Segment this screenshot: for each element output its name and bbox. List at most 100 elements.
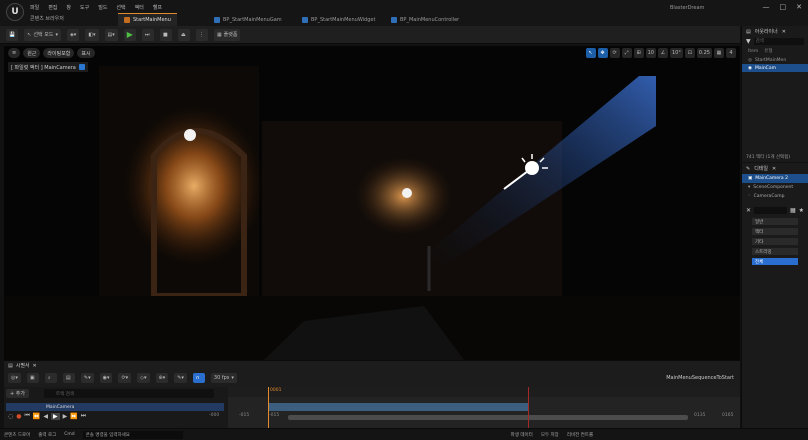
tab-all[interactable]: 전체 <box>752 258 798 265</box>
jump-start-button[interactable]: ⏮ <box>25 412 30 420</box>
tab-actor[interactable]: 액터 <box>752 228 798 235</box>
eject-button[interactable]: ⏏ <box>177 28 190 41</box>
jump-end-button[interactable]: ⏭ <box>81 412 86 420</box>
grid-size-value[interactable]: 10 <box>645 48 656 58</box>
maximize-button[interactable]: □ <box>780 3 787 11</box>
play-button[interactable]: ▶ <box>123 28 136 41</box>
playback-button[interactable]: ⟳▾ <box>118 373 132 383</box>
next-key-button[interactable]: ⏩ <box>70 413 77 420</box>
end-marker[interactable] <box>528 387 529 429</box>
tab-bp-startmainmenuwidget[interactable]: BP_StartMainMenuWidget <box>296 13 381 26</box>
prev-key-button[interactable]: ⏪ <box>33 413 40 420</box>
cmd-dropdown[interactable]: Cmd <box>64 432 74 437</box>
frame-view-end[interactable]: 0165 <box>722 413 733 418</box>
revision-control-button[interactable]: 리비전 컨트롤 <box>567 432 593 438</box>
perspective-button[interactable]: 원근 <box>23 48 41 58</box>
show-button[interactable]: 표시 <box>77 48 95 58</box>
list-item[interactable]: ◎ StartMainMen <box>742 56 808 64</box>
tab-startmainmenu[interactable]: StartMainMenu <box>118 13 177 26</box>
frame-work-end[interactable]: 0135 <box>694 413 705 418</box>
stop-button[interactable]: ■ <box>159 28 172 41</box>
camera-speed-value[interactable]: 4 <box>726 48 736 58</box>
close-icon[interactable]: ✕ <box>772 166 776 172</box>
level-viewport[interactable]: ≡ 원근 라이팅포함 표시 [ 파일럿 액터 ] MainCamera ↖ ✥ … <box>4 46 740 360</box>
details-search-input[interactable] <box>754 207 787 214</box>
content-shortcut-button[interactable]: ◈▾ <box>66 28 80 41</box>
sequencer-tab[interactable]: ▤ 시퀀서 ✕ <box>8 362 37 370</box>
play-options-button[interactable]: ⋮ <box>195 28 208 41</box>
track-search-input[interactable]: 트랙 검색 <box>44 389 214 398</box>
wrench-button[interactable]: ✎▾ <box>80 373 94 383</box>
filter-icon[interactable]: ▼ <box>746 38 751 45</box>
curve-button[interactable]: ✎▾ <box>174 373 187 383</box>
component-row[interactable]: ▾ SceneComponent <box>742 183 808 192</box>
save-all-button[interactable]: 모두 저장 <box>541 432 559 438</box>
component-row[interactable]: ◦ CameraComp <box>742 192 808 201</box>
menu-item-help[interactable]: 헬프 <box>153 4 162 11</box>
minimize-button[interactable]: — <box>763 3 770 11</box>
menu-item-tools[interactable]: 도구 <box>80 4 89 11</box>
lock-icon[interactable] <box>78 64 85 70</box>
tab-streaming[interactable]: 스트리밍 <box>752 248 798 255</box>
find-button[interactable]: ⌕ <box>44 373 57 383</box>
close-icon[interactable]: ✕ <box>746 207 751 214</box>
close-button[interactable]: ✕ <box>796 3 802 11</box>
camera-section[interactable] <box>268 403 528 411</box>
scale-snap-button[interactable]: ⊡ <box>684 48 695 58</box>
magnet-button[interactable]: ∩ <box>192 373 205 383</box>
star-icon[interactable]: ★ <box>799 207 804 214</box>
track-row[interactable]: MainCamera <box>6 403 224 411</box>
step-forward-button[interactable]: ▶ <box>63 413 68 420</box>
scale-size-value[interactable]: 0.25 <box>696 48 712 58</box>
mode-dropdown[interactable]: ↖ 선택 모드 ▾ <box>24 28 61 41</box>
close-icon[interactable]: ✕ <box>782 29 786 35</box>
menu-item-file[interactable]: 파일 <box>30 4 39 11</box>
timeline-ruler[interactable]: 0001 <box>228 387 740 397</box>
platforms-button[interactable]: ▦ 플랫폼 <box>213 28 241 41</box>
tab-misc[interactable]: 기타 <box>752 238 798 245</box>
column-type[interactable]: 유형 <box>764 48 772 54</box>
grid-snap-button[interactable]: ⊞ <box>633 48 644 58</box>
console-input[interactable]: 콘솔 명령을 입력하세요 <box>82 430 183 439</box>
play-button[interactable]: ▶ <box>51 412 60 420</box>
selected-actor-row[interactable]: ▣ MainCamera 2 <box>742 174 808 183</box>
menu-item-edit[interactable]: 편집 <box>48 4 57 11</box>
frame-start[interactable]: -000 <box>209 413 219 418</box>
eye-icon[interactable]: ◉ <box>748 66 752 71</box>
project-label[interactable]: 콘텐츠 브라우저 <box>30 15 64 22</box>
list-item[interactable] <box>742 96 808 104</box>
loop-icon[interactable]: ◌ <box>8 413 13 420</box>
derived-data-button[interactable]: 파생 데이터 <box>511 432 533 438</box>
camera-speed-button[interactable]: ▦ <box>714 48 724 58</box>
scale-tool-button[interactable]: ⤢ <box>621 48 632 58</box>
lit-mode-button[interactable]: 라이팅포함 <box>43 48 75 58</box>
menu-item-select[interactable]: 선택 <box>116 4 125 11</box>
fps-dropdown[interactable]: 30 fps ▾ <box>210 373 237 383</box>
blueprint-shortcut-button[interactable]: ◧▾ <box>85 28 99 41</box>
list-item[interactable] <box>742 88 808 96</box>
select-tool-button[interactable]: ↖ <box>585 48 596 58</box>
pilot-actor-label[interactable]: [ 파일럿 액터 ] MainCamera <box>8 62 88 72</box>
output-log-button[interactable]: 출력 로그 <box>38 432 56 438</box>
content-drawer-button[interactable]: 콘텐츠 드로어 <box>4 432 30 438</box>
cinematics-button[interactable]: ▤▾ <box>104 28 118 41</box>
render-button[interactable]: ▤ <box>62 373 75 383</box>
view-button[interactable]: ◉▾ <box>99 373 113 383</box>
close-icon[interactable]: ✕ <box>33 363 37 369</box>
unreal-logo-icon[interactable]: U <box>6 3 24 21</box>
tab-bp-startmainmenugam[interactable]: BP_StartMainMenuGam <box>208 13 288 26</box>
frame-work-start[interactable]: -015 <box>269 413 279 418</box>
step-back-button[interactable]: ◀ <box>43 413 48 420</box>
step-button[interactable]: ⏭ <box>141 28 154 41</box>
snap-button[interactable]: ⊕▾ <box>155 373 169 383</box>
list-item[interactable]: ◉ MainCam <box>742 64 808 72</box>
tab-bp-mainmenucontroller[interactable]: BP_MainMenuController <box>385 13 465 26</box>
menu-item-build[interactable]: 빌드 <box>98 4 107 11</box>
timeline[interactable]: 0001 <box>228 387 740 429</box>
menu-item-actor[interactable]: 액터 <box>135 4 144 11</box>
tab-general[interactable]: 일반 <box>752 218 798 225</box>
list-item[interactable] <box>742 80 808 88</box>
outliner-search-input[interactable]: 검색 <box>753 38 804 45</box>
grid-icon[interactable]: ▦ <box>790 207 796 214</box>
keyframe-button[interactable]: ◇▾ <box>137 373 150 383</box>
